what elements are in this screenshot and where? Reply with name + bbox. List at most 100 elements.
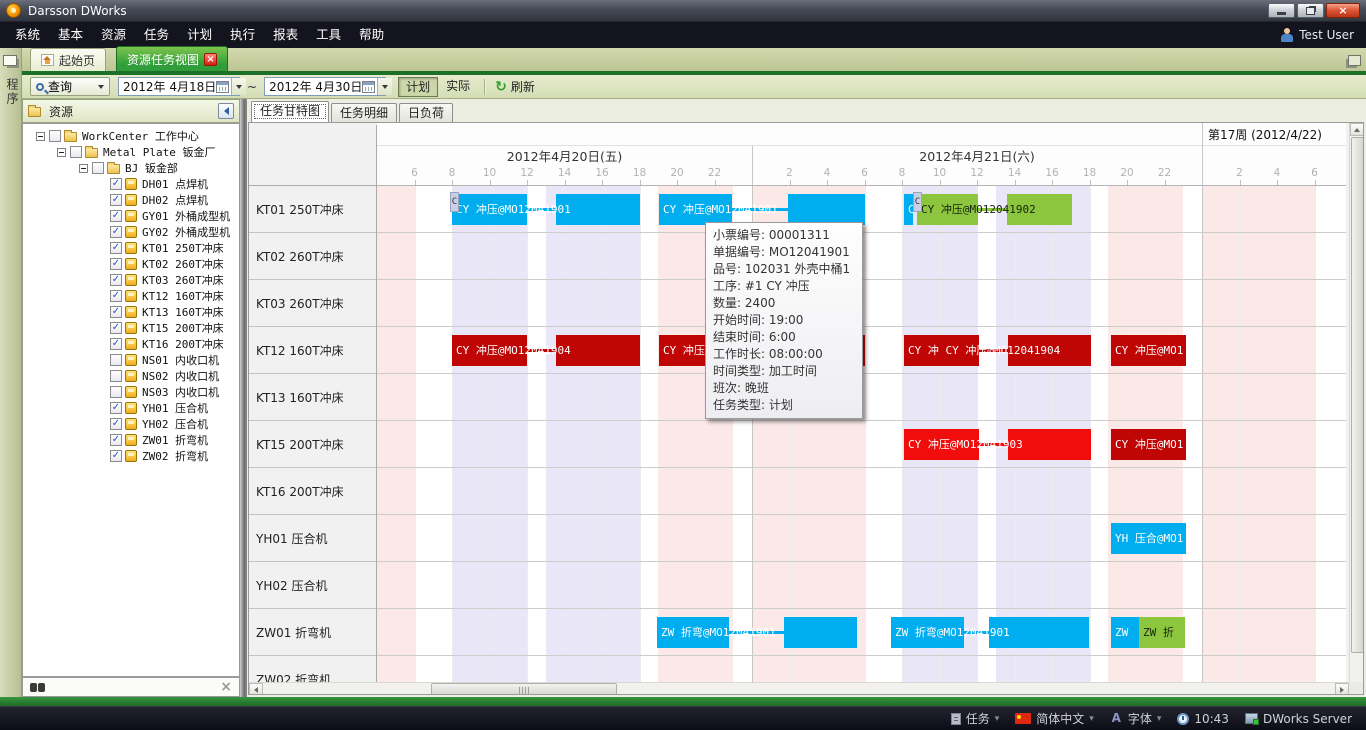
tree-item[interactable]: ✓KT03 260T冲床 [23, 272, 239, 288]
tree-checkbox[interactable]: ✓ [110, 274, 122, 286]
tree-item[interactable]: NS03 内收口机 [23, 384, 239, 400]
gantt-bar[interactable]: CY 冲压@MO12041902 [917, 194, 1072, 225]
horizontal-scroll-thumb[interactable] [431, 683, 617, 695]
plan-toggle-button[interactable]: 计划 [398, 77, 438, 97]
tree-item[interactable]: ✓KT15 200T冲床 [23, 320, 239, 336]
collapse-panel-button[interactable] [218, 103, 234, 119]
gantt-bar[interactable]: CY 冲压@MO12041904 [452, 335, 640, 366]
tab-close-icon[interactable]: × [204, 53, 217, 66]
status-item[interactable]: 任务▾ [951, 710, 1000, 727]
menu-item-8[interactable]: 工具 [307, 22, 350, 48]
tree-checkbox[interactable]: ✓ [110, 322, 122, 334]
tree-checkbox[interactable]: ✓ [110, 290, 122, 302]
gantt-bar[interactable]: ZW [1111, 617, 1139, 648]
gantt-bar[interactable]: CY 冲压@MO12041903 [904, 429, 1091, 460]
panel-splitter[interactable] [240, 99, 247, 697]
tree-checkbox[interactable]: ✓ [110, 306, 122, 318]
tree-item[interactable]: ✓GY02 外桶成型机 [23, 224, 239, 240]
status-item[interactable]: DWorks Server [1245, 710, 1352, 727]
refresh-button[interactable]: ↻ 刷新 [491, 78, 539, 95]
tree-checkbox[interactable]: ✓ [110, 226, 122, 238]
tree-checkbox[interactable] [49, 130, 61, 142]
menu-item-4[interactable]: 任务 [135, 22, 178, 48]
gantt-bar[interactable]: CY 冲压@MO1 [1111, 335, 1186, 366]
query-button[interactable]: 查询 [30, 77, 110, 96]
tree-checkbox[interactable] [110, 370, 122, 382]
tree-item[interactable]: ✓KT01 250T冲床 [23, 240, 239, 256]
tree-item[interactable]: ✓YH01 压合机 [23, 400, 239, 416]
menu-item-7[interactable]: 报表 [264, 22, 307, 48]
status-item[interactable]: 字体▾ [1110, 710, 1162, 727]
scroll-up-button[interactable] [1350, 123, 1364, 136]
gantt-bar[interactable]: YH 压合@MO1 [1111, 523, 1186, 554]
tree-checkbox[interactable]: ✓ [110, 178, 122, 190]
tree-item[interactable]: NS01 内收口机 [23, 352, 239, 368]
tree-item[interactable]: WorkCenter 工作中心 [23, 128, 239, 144]
view-tab-1[interactable]: 任务甘特图 [251, 101, 329, 122]
clear-icon[interactable]: × [220, 680, 232, 694]
menu-item-6[interactable]: 执行 [221, 22, 264, 48]
menu-item-2[interactable]: 基本 [49, 22, 92, 48]
tree-expander-icon[interactable] [57, 148, 66, 157]
gantt-bar[interactable]: CY 冲压@MO1 [1111, 429, 1186, 460]
status-item[interactable]: 简体中文▾ [1015, 710, 1094, 727]
tree-checkbox[interactable]: ✓ [110, 402, 122, 414]
close-button[interactable]: × [1326, 3, 1360, 18]
tree-item[interactable]: NS02 内收口机 [23, 368, 239, 384]
date-from-dropdown[interactable] [231, 78, 246, 95]
date-to-dropdown[interactable] [377, 78, 392, 95]
menu-item-9[interactable]: 帮助 [350, 22, 393, 48]
tree-item[interactable]: ✓YH02 压合机 [23, 416, 239, 432]
tree-item[interactable]: ✓ZW01 折弯机 [23, 432, 239, 448]
tree-checkbox[interactable]: ✓ [110, 338, 122, 350]
menu-item-3[interactable]: 资源 [92, 22, 135, 48]
maximize-button[interactable] [1297, 3, 1324, 18]
tree-checkbox[interactable]: ✓ [110, 434, 122, 446]
tree-checkbox[interactable]: ✓ [110, 418, 122, 430]
tree-checkbox[interactable] [92, 162, 104, 174]
tree-item[interactable]: BJ 钣金部 [23, 160, 239, 176]
vertical-scrollbar[interactable] [1349, 123, 1364, 695]
tree-item[interactable]: ✓KT02 260T冲床 [23, 256, 239, 272]
actual-toggle-button[interactable]: 实际 [438, 77, 478, 97]
gantt-bar[interactable]: ZW 折弯@MO12041901 [657, 617, 857, 648]
gantt-bar[interactable]: ZW 折 [1139, 617, 1185, 648]
tab-home-page[interactable]: 起始页 [30, 48, 106, 71]
scroll-right-button[interactable] [1335, 683, 1349, 695]
tree-item[interactable]: Metal Plate 钣金厂 [23, 144, 239, 160]
current-user[interactable]: Test User [1281, 22, 1354, 48]
tree-checkbox[interactable]: ✓ [110, 210, 122, 222]
tree-expander-icon[interactable] [79, 164, 88, 173]
scroll-left-button[interactable] [249, 683, 263, 695]
tree-checkbox[interactable]: ✓ [110, 450, 122, 462]
tree-item[interactable]: ✓ZW02 折弯机 [23, 448, 239, 464]
gantt-bar[interactable]: ZW 折弯@MO12041901 [891, 617, 1089, 648]
horizontal-scrollbar[interactable] [249, 682, 1349, 695]
tree-item[interactable]: ✓DH01 点焊机 [23, 176, 239, 192]
vertical-scroll-thumb[interactable] [1351, 137, 1364, 653]
window-list-icon[interactable] [1348, 55, 1361, 66]
date-to-field[interactable]: 2012年 4月30日 [264, 77, 386, 96]
tree-checkbox[interactable]: ✓ [110, 194, 122, 206]
menu-item-5[interactable]: 计划 [178, 22, 221, 48]
gantt-bar[interactable]: CY 冲压@MO12041901 [659, 194, 865, 225]
tree-item[interactable]: ✓KT12 160T冲床 [23, 288, 239, 304]
tree-checkbox[interactable] [110, 354, 122, 366]
tree-checkbox[interactable]: ✓ [110, 258, 122, 270]
tab-resource-task-view[interactable]: 资源任务视图 × [116, 46, 228, 71]
view-tab-2[interactable]: 任务明细 [331, 103, 397, 122]
status-item[interactable]: 10:43 [1177, 710, 1229, 727]
view-tab-3[interactable]: 日负荷 [399, 103, 453, 122]
minimize-button[interactable] [1268, 3, 1295, 18]
date-from-field[interactable]: 2012年 4月18日 [118, 77, 240, 96]
tree-checkbox[interactable] [110, 386, 122, 398]
tree-checkbox[interactable] [70, 146, 82, 158]
tree-checkbox[interactable]: ✓ [110, 242, 122, 254]
menu-item-1[interactable]: 系统 [6, 22, 49, 48]
tree-item[interactable]: ✓KT16 200T冲床 [23, 336, 239, 352]
gantt-bar[interactable]: CY 冲压@MO12041901 [452, 194, 640, 225]
tree-item[interactable]: ✓KT13 160T冲床 [23, 304, 239, 320]
gantt-bar[interactable]: C [904, 194, 913, 225]
gantt-bar[interactable]: CY 冲 CY 冲压@MO12041904 [904, 335, 1091, 366]
tree-item[interactable]: ✓DH02 点焊机 [23, 192, 239, 208]
